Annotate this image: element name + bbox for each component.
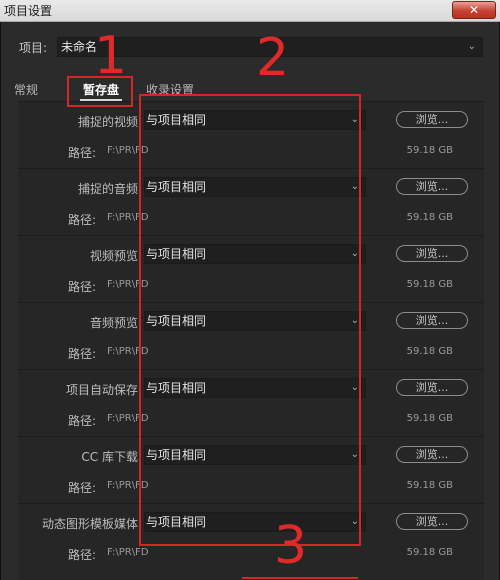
annotation-number-1: 1 xyxy=(94,26,128,86)
free-space-value: 59.18 GB xyxy=(406,346,453,357)
free-space-value: 59.18 GB xyxy=(406,413,453,424)
audio-previews-label: 音频预览: xyxy=(89,316,142,330)
path-label: 路径: xyxy=(68,481,97,495)
cc-library-downloads-label: CC 库下载: xyxy=(81,450,142,464)
captured-audio-browse-button[interactable]: 浏览... xyxy=(396,178,468,195)
close-icon: ✕ xyxy=(468,3,480,17)
annotation-line-3 xyxy=(242,577,358,579)
project-label: 项目: xyxy=(19,41,48,55)
path-label: 路径: xyxy=(68,548,97,562)
path-label: 路径: xyxy=(68,146,97,160)
video-previews-browse-button[interactable]: 浏览... xyxy=(396,245,468,262)
captured-audio-label: 捕捉的音频: xyxy=(77,182,142,196)
captured-video-browse-button[interactable]: 浏览... xyxy=(396,111,468,128)
free-space-value: 59.18 GB xyxy=(406,212,453,223)
free-space-value: 59.18 GB xyxy=(406,547,453,558)
path-label: 路径: xyxy=(68,414,97,428)
motion-graphics-template-media-label: 动态图形模板媒体: xyxy=(41,517,142,531)
chevron-down-icon: ⌄ xyxy=(467,41,476,52)
tab-general[interactable]: 常规 xyxy=(14,81,38,98)
captured-video-label: 捕捉的视频: xyxy=(77,115,142,129)
path-label: 路径: xyxy=(68,280,97,294)
window-titlebar: 项目设置 ✕ xyxy=(0,0,500,22)
project-auto-save-browse-button[interactable]: 浏览... xyxy=(396,379,468,396)
window-title: 项目设置 xyxy=(4,4,53,18)
annotation-number-2: 2 xyxy=(256,28,290,88)
project-auto-save-label: 项目自动保存: xyxy=(65,383,142,397)
path-value: F:\PR\FD xyxy=(107,547,149,558)
project-select-value: 未命名 xyxy=(61,40,98,54)
motion-graphics-template-media-browse-button[interactable]: 浏览... xyxy=(396,513,468,530)
free-space-value: 59.18 GB xyxy=(406,145,453,156)
annotation-box-2 xyxy=(139,94,361,546)
cc-library-downloads-browse-button[interactable]: 浏览... xyxy=(396,446,468,463)
annotation-number-3: 3 xyxy=(274,516,308,576)
audio-previews-browse-button[interactable]: 浏览... xyxy=(396,312,468,329)
free-space-value: 59.18 GB xyxy=(406,480,453,491)
free-space-value: 59.18 GB xyxy=(406,279,453,290)
video-previews-label: 视频预览: xyxy=(89,249,142,263)
close-button[interactable]: ✕ xyxy=(452,1,496,19)
path-label: 路径: xyxy=(68,213,97,227)
path-label: 路径: xyxy=(68,347,97,361)
